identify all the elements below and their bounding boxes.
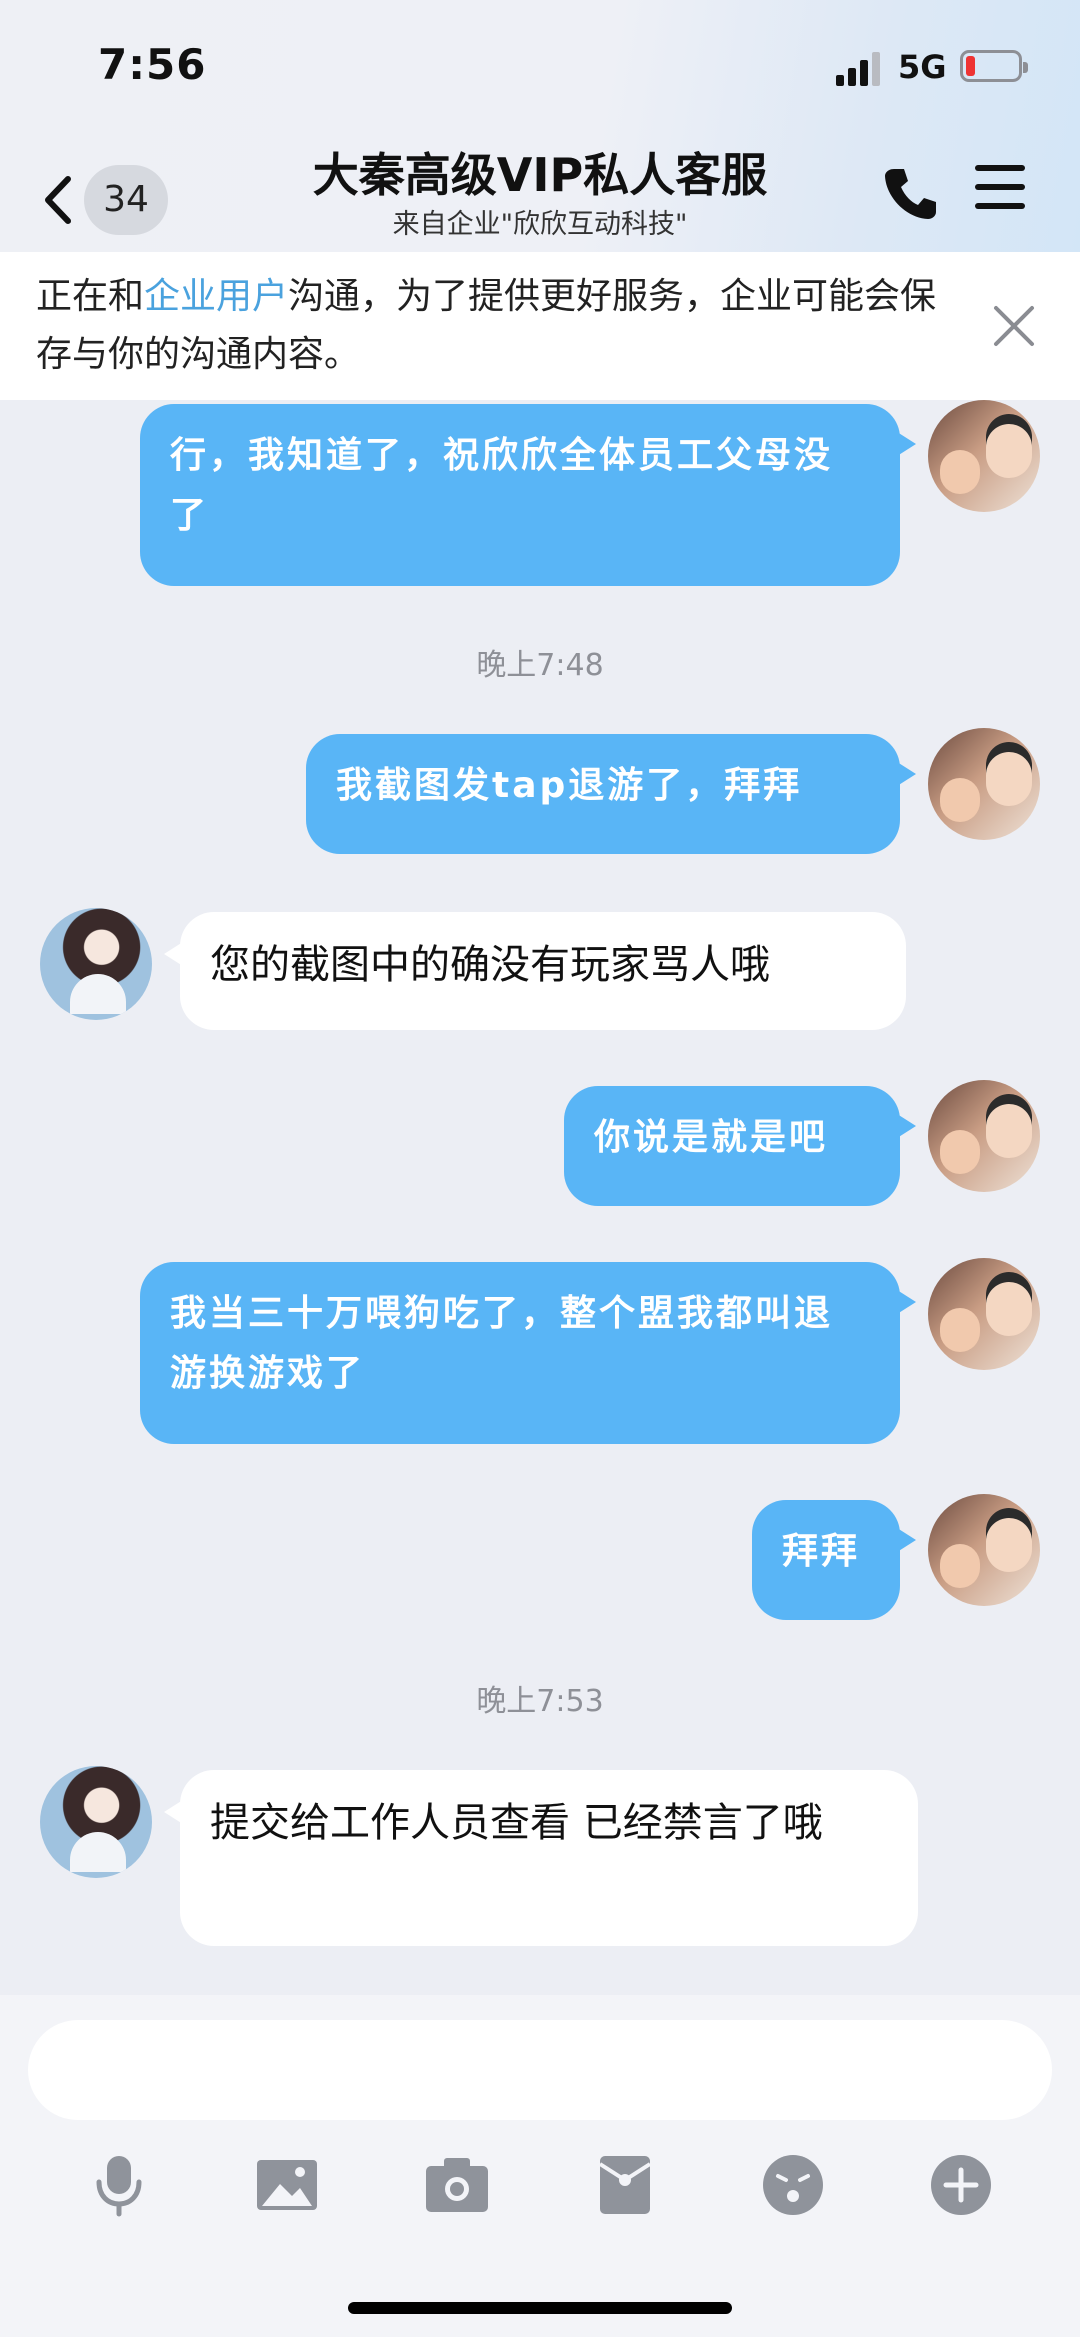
camera-icon xyxy=(426,2158,488,2212)
timestamp: 晚上7:48 xyxy=(476,648,604,683)
unread-count-badge: 34 xyxy=(84,165,168,235)
call-button[interactable] xyxy=(880,163,940,223)
status-time: 7:56 xyxy=(98,40,207,89)
input-area xyxy=(0,1995,1080,2337)
agent-avatar[interactable] xyxy=(40,1766,152,1878)
page-subtitle: 来自企业"欣欣互动科技" xyxy=(392,209,688,240)
chat-messages[interactable]: 行，我知道了，祝欣欣全体员工父母没了 晚上7:48 我截图发tap退游了，拜拜 … xyxy=(0,400,1080,1995)
nav-bar: 34 大秦高级VIP私人客服 来自企业"欣欣互动科技" xyxy=(0,135,1080,252)
message-bubble-mine[interactable]: 我截图发tap退游了，拜拜 xyxy=(306,734,916,854)
network-type: 5G xyxy=(898,48,947,86)
my-avatar[interactable] xyxy=(928,1080,1040,1192)
status-bar: 7:56 5G xyxy=(0,0,1080,135)
voice-button[interactable] xyxy=(84,2150,154,2220)
message-bubble-mine[interactable]: 行，我知道了，祝欣欣全体员工父母没了 xyxy=(140,404,916,586)
message-bubble-theirs[interactable]: 您的截图中的确没有玩家骂人哦 xyxy=(164,912,906,1030)
agent-avatar[interactable] xyxy=(40,908,152,1020)
enterprise-user-link[interactable]: 企业用户 xyxy=(144,276,288,317)
my-avatar[interactable] xyxy=(928,400,1040,512)
menu-button[interactable] xyxy=(975,165,1031,221)
camera-button[interactable] xyxy=(422,2150,492,2220)
more-button[interactable] xyxy=(926,2150,996,2220)
timestamp: 晚上7:53 xyxy=(476,1684,604,1719)
my-avatar[interactable] xyxy=(928,1258,1040,1370)
my-avatar[interactable] xyxy=(928,728,1040,840)
notice-text-before: 正在和 xyxy=(36,276,145,317)
message-bubble-mine[interactable]: 我当三十万喂狗吃了，整个盟我都叫退游换游戏了 xyxy=(140,1262,916,1444)
message-input[interactable] xyxy=(28,2020,1052,2120)
menu-icon xyxy=(975,165,1031,209)
emoji-button[interactable] xyxy=(758,2150,828,2220)
message-bubble-mine[interactable]: 拜拜 xyxy=(752,1500,916,1620)
signal-icon xyxy=(836,52,884,86)
red-packet-icon xyxy=(598,2156,652,2214)
message-bubble-theirs[interactable]: 提交给工作人员查看 已经禁言了哦 xyxy=(164,1770,918,1946)
phone-icon xyxy=(885,169,936,219)
my-avatar[interactable] xyxy=(928,1494,1040,1606)
image-button[interactable] xyxy=(252,2150,322,2220)
image-icon xyxy=(257,2160,317,2210)
input-toolbar xyxy=(0,2150,1080,2230)
battery-icon xyxy=(960,50,1028,82)
privacy-notice: 正在和企业用户沟通，为了提供更好服务，企业可能会保存与你的沟通内容。 xyxy=(0,252,1080,400)
back-button[interactable]: 34 xyxy=(40,165,170,235)
close-icon xyxy=(994,306,1034,346)
microphone-icon xyxy=(96,2156,142,2217)
page-title: 大秦高级VIP私人客服 xyxy=(312,148,768,202)
plus-icon xyxy=(931,2155,991,2215)
home-indicator[interactable] xyxy=(348,2302,732,2314)
red-packet-button[interactable] xyxy=(590,2150,660,2220)
emoji-icon xyxy=(763,2155,823,2215)
message-bubble-mine[interactable]: 你说是就是吧 xyxy=(564,1086,916,1206)
top-area: 7:56 5G 34 大秦高级VIP私人客服 来自企业"欣欣互动科技" xyxy=(0,0,1080,252)
chevron-left-icon xyxy=(45,176,71,224)
chat-header: 大秦高级VIP私人客服 来自企业"欣欣互动科技" xyxy=(240,143,840,243)
notice-close-button[interactable] xyxy=(990,302,1038,350)
notice-text: 正在和企业用户沟通，为了提供更好服务，企业可能会保存与你的沟通内容。 xyxy=(36,268,966,384)
